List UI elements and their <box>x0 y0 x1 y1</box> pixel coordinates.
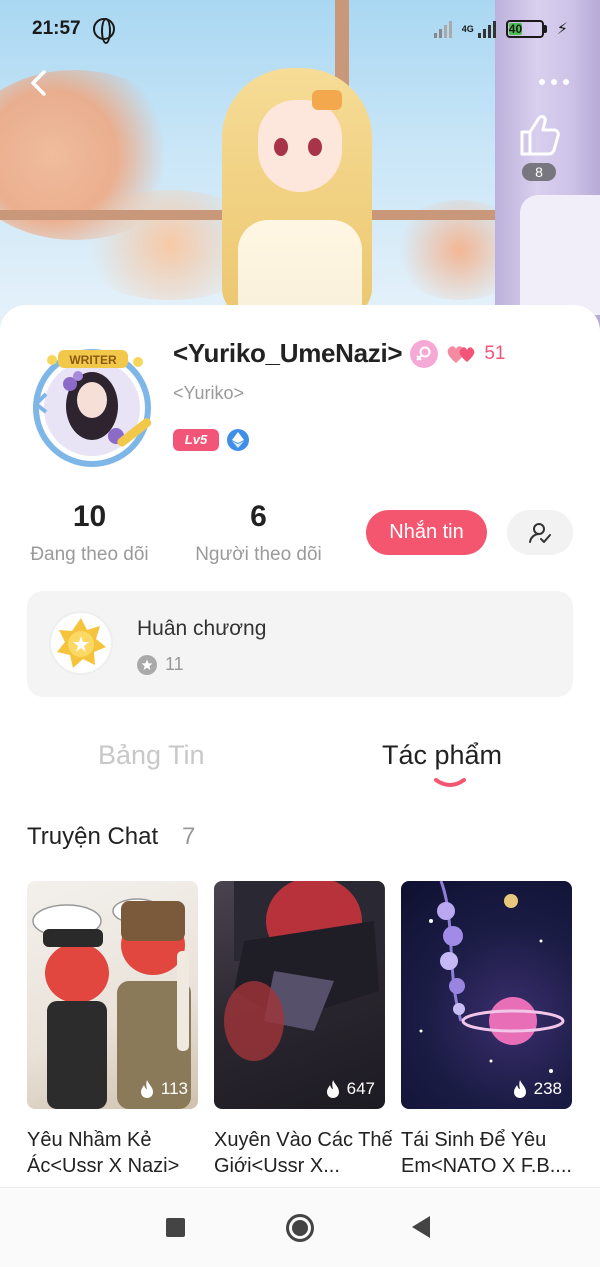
story-title[interactable]: Xuyên Vào Các Thế Giới<Ussr X... <box>214 1127 394 1179</box>
profile-screen: 21:57 4G 40 ⚡ 8 WRITER <Yuriko_UmeNazi> … <box>0 0 600 1267</box>
story-views-count: 647 <box>346 1079 375 1098</box>
username: <Yuriko_UmeNazi> <box>173 338 403 368</box>
hearts-icon <box>448 345 475 363</box>
following-label: Đang theo dõi <box>30 544 149 565</box>
hearts-count: 51 <box>484 342 506 364</box>
bolt-icon: ⚡ <box>556 21 568 38</box>
user-handle: <Yuriko> <box>173 383 245 403</box>
like-count: 8 <box>522 163 556 181</box>
follow-user-icon <box>529 522 551 543</box>
more-dots-icon[interactable] <box>534 72 574 92</box>
level-badge: Lv5 <box>173 429 219 451</box>
verified-badge-icon <box>227 429 249 451</box>
status-bar: 21:57 4G 40 ⚡ <box>0 0 600 58</box>
follow-button[interactable] <box>507 510 573 555</box>
globe-icon <box>92 18 115 44</box>
home-circle-icon[interactable] <box>286 1214 314 1242</box>
story-title[interactable]: Yêu Nhầm Kẻ Ác<Ussr X Nazi> <box>27 1127 207 1179</box>
active-tab-indicator <box>433 776 467 790</box>
avatar[interactable]: WRITER <box>28 340 162 470</box>
medal-title: Huân chương <box>137 617 267 640</box>
medal-count-row: 11 <box>137 654 184 675</box>
fire-icon <box>326 1080 339 1098</box>
writer-badge-text: WRITER <box>69 353 117 367</box>
followers-stat[interactable]: 6 Người theo dõi <box>192 500 325 566</box>
fire-icon <box>140 1080 153 1098</box>
story-views: 113 <box>139 1079 188 1099</box>
back-arrow-icon[interactable] <box>24 68 54 98</box>
section-title: Truyện Chat <box>27 823 159 850</box>
nav-back-triangle-icon[interactable] <box>412 1216 430 1238</box>
status-time: 21:57 <box>32 18 81 39</box>
story-views: 647 <box>325 1079 375 1099</box>
recent-apps-icon[interactable] <box>166 1218 185 1237</box>
story-views-count: 238 <box>533 1079 562 1098</box>
tab-works[interactable]: Tác phẩm <box>382 740 502 771</box>
message-button[interactable]: Nhắn tin <box>366 510 487 555</box>
story-views-count: 113 <box>160 1079 188 1098</box>
tab-feed[interactable]: Bảng Tin <box>98 740 205 771</box>
battery-icon: 40 <box>505 20 547 38</box>
story-views: 238 <box>512 1079 562 1099</box>
followers-label: Người theo dõi <box>195 544 322 565</box>
story-card[interactable]: 113 Yêu Nhầm Kẻ Ác<Ussr X Nazi> <box>27 881 198 1179</box>
story-cover[interactable]: 647 <box>214 881 385 1109</box>
following-stat[interactable]: 10 Đang theo dõi <box>27 500 152 566</box>
medal-count: 11 <box>165 654 184 674</box>
section-count: 7 <box>182 823 196 850</box>
star-icon <box>137 654 157 675</box>
story-title[interactable]: Tái Sinh Để Yêu Em<NATO X F.B.... <box>401 1127 581 1179</box>
fire-icon <box>513 1080 526 1098</box>
story-cover[interactable]: 113 <box>27 881 198 1109</box>
signal-icon <box>433 20 452 38</box>
thumbs-up-icon[interactable] <box>514 110 564 160</box>
medal-icon <box>48 610 114 676</box>
hearts-count-group: 51 <box>446 343 505 365</box>
female-gender-icon <box>410 339 439 368</box>
following-count: 10 <box>72 500 107 533</box>
username-row: <Yuriko_UmeNazi> 51 <box>173 338 505 369</box>
story-card[interactable]: 238 Tái Sinh Để Yêu Em<NATO X F.B.... <box>401 881 572 1179</box>
followers-count: 6 <box>250 500 267 533</box>
network-type: 4G <box>461 24 474 34</box>
story-cover[interactable]: 238 <box>401 881 572 1109</box>
signal-strength-icon <box>477 20 496 38</box>
story-card[interactable]: 647 Xuyên Vào Các Thế Giới<Ussr X... <box>214 881 393 1179</box>
battery-level: 40 <box>508 22 523 36</box>
